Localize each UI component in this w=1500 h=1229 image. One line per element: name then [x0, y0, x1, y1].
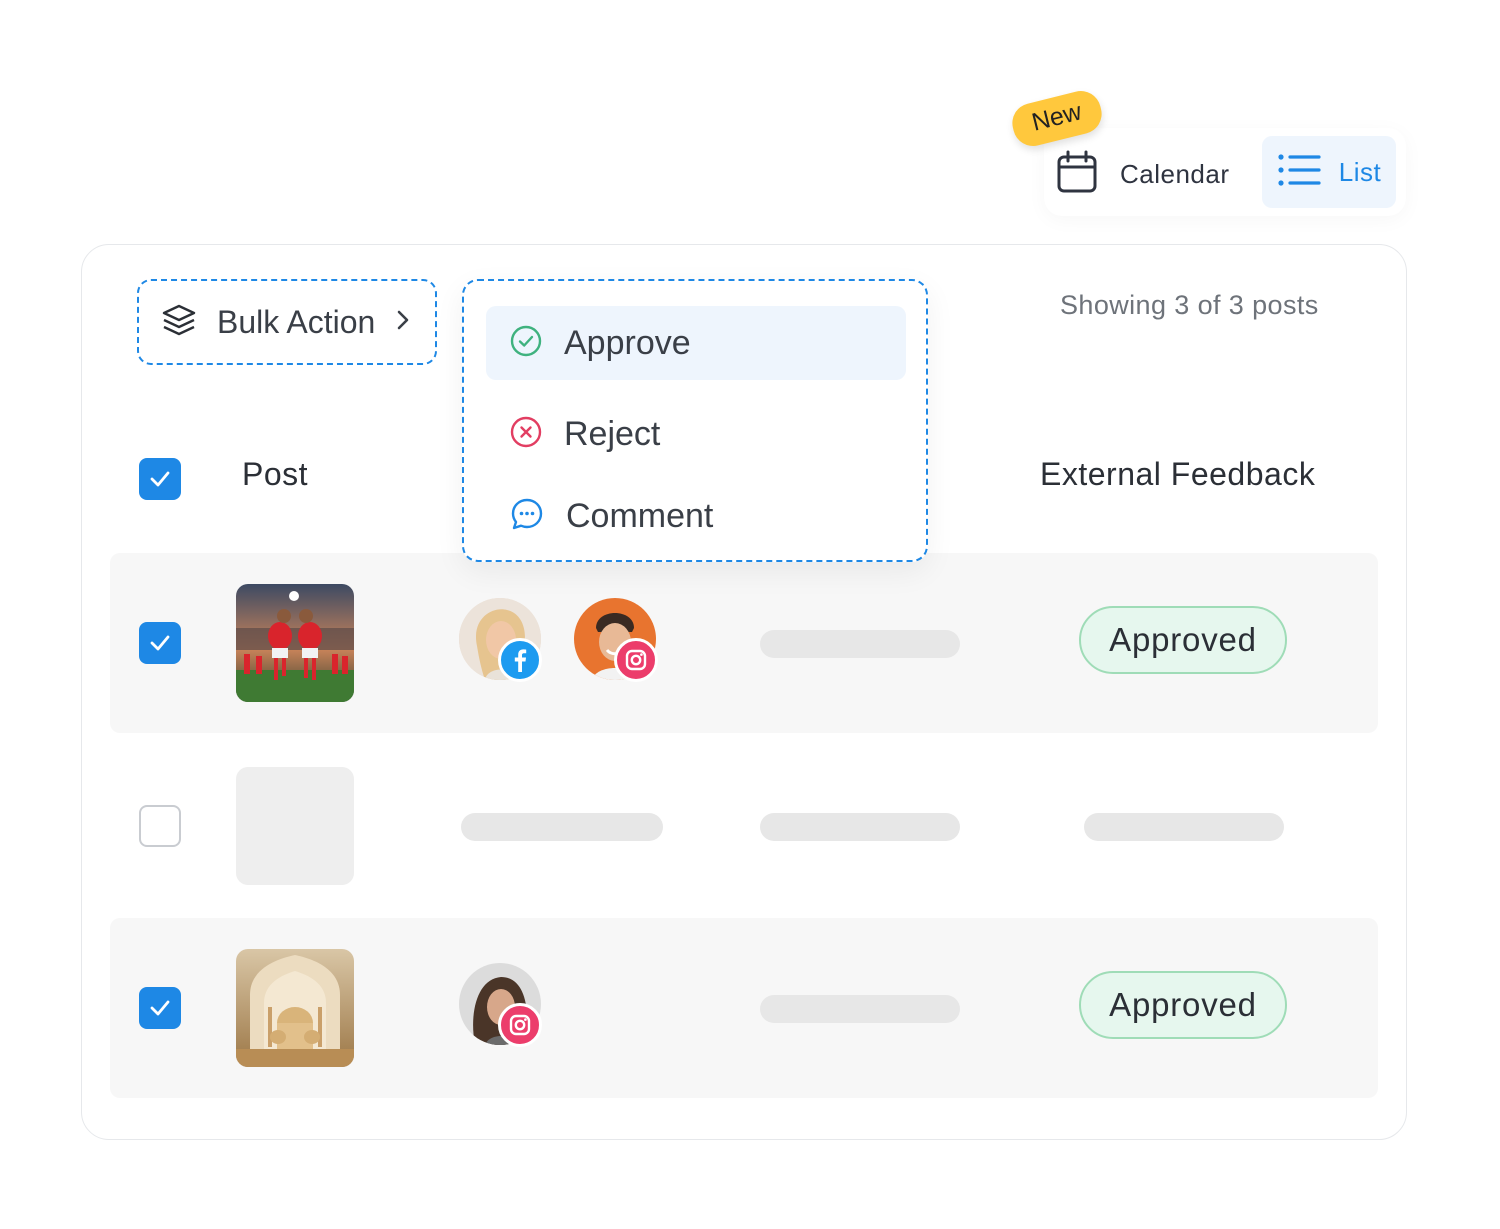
menu-item-label: Reject: [564, 414, 661, 453]
loading-placeholder: [760, 995, 960, 1023]
facebook-icon: [498, 638, 542, 682]
list-view-button[interactable]: List: [1262, 136, 1396, 208]
column-header-post: Post: [242, 456, 309, 492]
loading-placeholder: [1084, 813, 1284, 841]
list-icon: [1277, 153, 1321, 192]
loading-placeholder: [760, 813, 960, 841]
loading-placeholder: [461, 813, 663, 841]
status-badge: Approved: [1079, 971, 1287, 1039]
post-thumbnail-mosque[interactable]: [236, 949, 354, 1067]
row-checkbox[interactable]: [139, 805, 181, 847]
calendar-icon: [1056, 150, 1098, 199]
calendar-label: Calendar: [1120, 158, 1230, 189]
instagram-icon: [498, 1003, 542, 1047]
menu-item-reject[interactable]: Reject: [486, 397, 906, 471]
check-circle-icon: [510, 325, 542, 362]
menu-item-approve[interactable]: Approve: [486, 306, 906, 380]
post-thumbnail-placeholder: [236, 767, 354, 885]
instagram-icon: [614, 638, 658, 682]
menu-item-label: Approve: [564, 323, 691, 362]
menu-item-label: Comment: [566, 496, 714, 535]
checkmark-icon: [150, 471, 170, 487]
menu-item-comment[interactable]: Comment: [486, 479, 906, 553]
row-checkbox[interactable]: [139, 622, 181, 664]
chat-bubble-icon: [510, 497, 544, 536]
column-header-external-feedback: External Feedback: [1040, 456, 1316, 492]
layers-icon: [161, 303, 197, 342]
list-label: List: [1338, 156, 1382, 187]
checkmark-icon: [150, 1000, 170, 1016]
showing-count: Showing 3 of 3 posts: [1060, 290, 1319, 320]
chevron-right-icon: [395, 308, 411, 337]
checkmark-icon: [150, 635, 170, 651]
select-all-checkbox[interactable]: [139, 458, 181, 500]
x-circle-icon: [510, 416, 542, 453]
post-thumbnail-soccer[interactable]: [236, 584, 354, 702]
bulk-action-button[interactable]: Bulk Action: [137, 279, 437, 365]
calendar-view-button[interactable]: Calendar: [1056, 145, 1230, 203]
bulk-action-label: Bulk Action: [217, 303, 376, 340]
loading-placeholder: [760, 630, 960, 658]
row-checkbox[interactable]: [139, 987, 181, 1029]
status-badge: Approved: [1079, 606, 1287, 674]
